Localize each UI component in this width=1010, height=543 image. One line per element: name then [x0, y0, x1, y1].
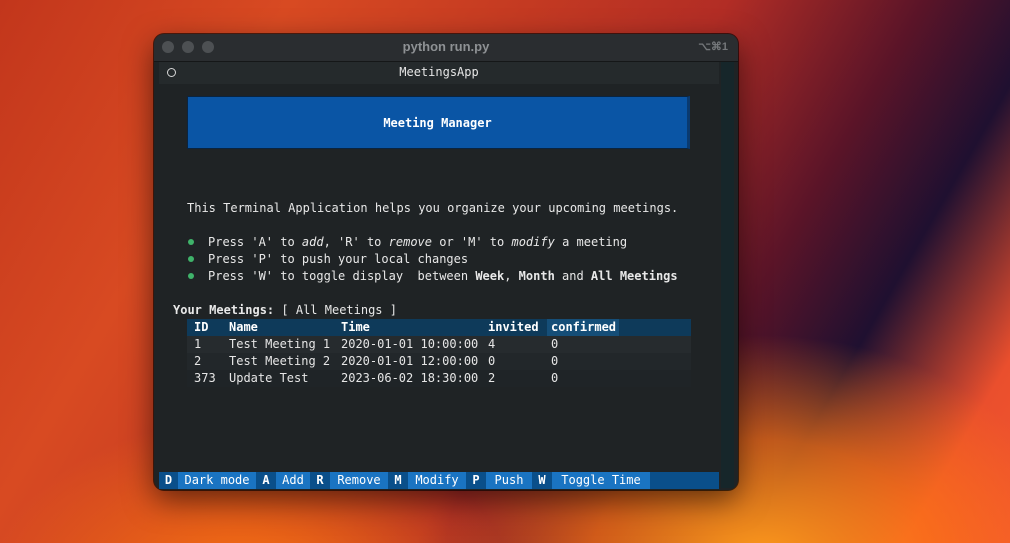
bullet-dot-icon — [188, 273, 194, 279]
window-shortcut: ⌥⌘1 — [698, 41, 728, 53]
intro-text: This Terminal Application helps you orga… — [187, 201, 679, 215]
banner-title: Meeting Manager — [383, 116, 492, 130]
footer-toggle-time[interactable]: Toggle Time — [552, 472, 650, 489]
footer-dark-mode[interactable]: Dark mode — [178, 472, 256, 489]
window-title: python run.py — [402, 39, 490, 54]
table-row[interactable]: 2 Test Meeting 2 2020-01-01 12:00:00 0 0 — [187, 353, 691, 370]
column-header-confirmed[interactable]: confirmed — [551, 320, 616, 334]
meetings-app: MeetingsApp Meeting Manager This Termina… — [159, 62, 719, 489]
help-line-push: Press 'P' to push your local changes — [208, 252, 469, 266]
column-header-name[interactable]: Name — [229, 320, 258, 334]
help-line-add-remove-modify: Press 'A' to add, 'R' to remove or 'M' t… — [208, 235, 628, 249]
app-title: MeetingsApp — [399, 65, 479, 79]
app-header: MeetingsApp — [159, 62, 719, 84]
terminal-window: python run.py ⌥⌘1 MeetingsApp Meeting Ma… — [154, 34, 738, 490]
footer-add[interactable]: Add — [276, 472, 310, 489]
help-line-toggle: Press 'W' to toggle display between Week… — [208, 269, 678, 283]
table-header-row: ID Name Time invited confirmed — [187, 319, 691, 336]
table-row[interactable]: 1 Test Meeting 1 2020-01-01 10:00:00 4 0 — [187, 336, 691, 353]
footer-key-w[interactable]: W — [532, 472, 552, 489]
footer-key-d[interactable]: D — [159, 472, 178, 489]
column-header-time[interactable]: Time — [341, 320, 370, 334]
banner: Meeting Manager — [187, 96, 690, 149]
your-meetings-label: Your Meetings: — [173, 303, 275, 317]
footer-keybindings: D Dark mode A Add R Remove M Modify P Pu… — [159, 472, 719, 489]
bullet-dot-icon — [188, 239, 194, 245]
footer-push[interactable]: Push — [486, 472, 532, 489]
footer-remove[interactable]: Remove — [330, 472, 388, 489]
window-titlebar: python run.py ⌥⌘1 — [154, 34, 738, 62]
footer-modify[interactable]: Modify — [408, 472, 466, 489]
filter-selector[interactable]: [ All Meetings ] — [281, 303, 397, 317]
column-header-id[interactable]: ID — [194, 320, 208, 334]
footer-key-r[interactable]: R — [310, 472, 330, 489]
your-meetings-row: Your Meetings: [ All Meetings ] — [173, 303, 397, 317]
table-row[interactable]: 373 Update Test 2023-06-02 18:30:00 2 0 — [187, 370, 691, 387]
meetings-table: ID Name Time invited confirmed 1 Test Me… — [187, 319, 691, 387]
footer-key-m[interactable]: M — [388, 472, 408, 489]
bullet-dot-icon — [188, 256, 194, 262]
column-header-invited[interactable]: invited — [488, 320, 539, 334]
footer-key-p[interactable]: P — [466, 472, 486, 489]
scrollbar[interactable] — [721, 62, 734, 488]
footer-key-a[interactable]: A — [256, 472, 276, 489]
